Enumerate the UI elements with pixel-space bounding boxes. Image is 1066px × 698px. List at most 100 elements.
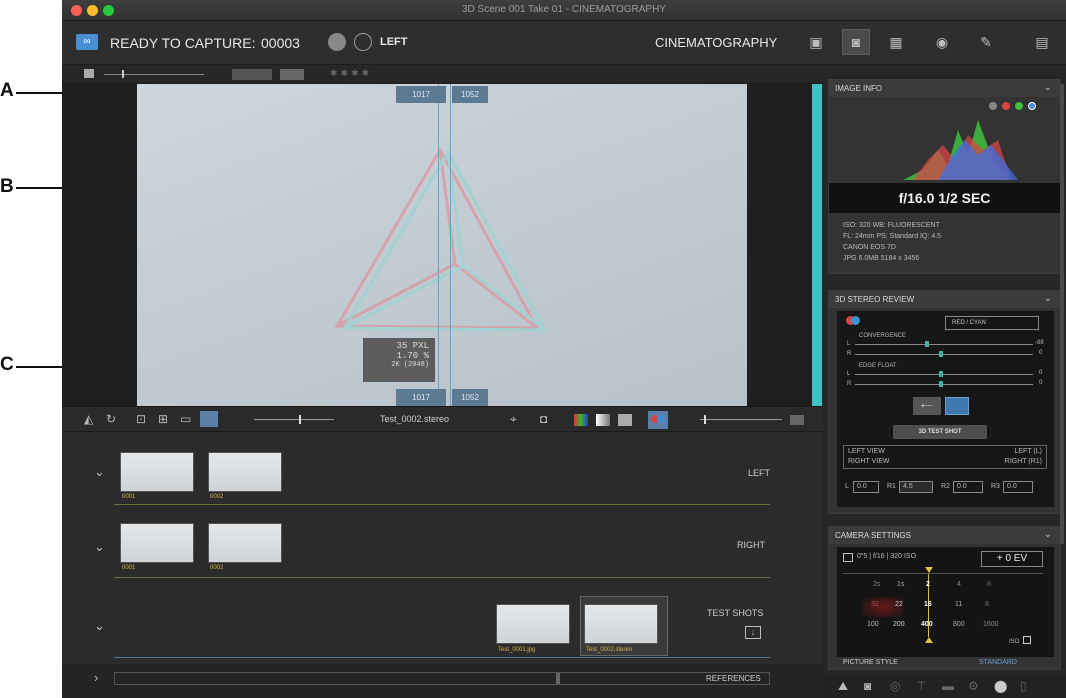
convergence-slider-thumb[interactable] xyxy=(704,415,706,424)
shutter-val-0[interactable]: 2s xyxy=(873,581,880,588)
zoom-slider-thumb[interactable] xyxy=(122,70,124,78)
flip-icon[interactable]: ◭ xyxy=(84,412,93,426)
aperture-val-2[interactable]: 16 xyxy=(924,601,932,608)
camera-settings-header[interactable]: CAMERA SETTINGS ⌄ xyxy=(829,527,1060,544)
screen-icon[interactable] xyxy=(84,69,94,78)
lock-icon[interactable] xyxy=(1023,636,1031,644)
convergence-slider[interactable] xyxy=(700,419,782,420)
camera-icon[interactable]: ◙ xyxy=(842,29,870,55)
offset-r2-input[interactable]: 0.0 xyxy=(953,481,983,493)
shutter-val-3[interactable]: 4 xyxy=(957,581,961,588)
iso-val-3[interactable]: 800 xyxy=(953,621,965,628)
stereo-review-header[interactable]: 3D STEREO REVIEW ⌄ xyxy=(829,291,1060,308)
shutter-val-4[interactable]: 8 xyxy=(987,581,991,588)
fit-icon[interactable]: ⊡ xyxy=(136,412,146,426)
iso-val-1[interactable]: 200 xyxy=(893,621,905,628)
3d-test-shot-button[interactable]: 3D TEST SHOT xyxy=(893,425,987,439)
filmstrip-toggle[interactable] xyxy=(790,415,804,425)
stereo-rings-icon[interactable]: ◎ xyxy=(890,679,900,693)
channel-blue-dot[interactable] xyxy=(1028,102,1036,110)
camera-small-icon[interactable]: ◙ xyxy=(864,679,871,693)
convergence-r-thumb[interactable] xyxy=(939,351,943,357)
anaglyph-mode-select[interactable]: RED / CYAN xyxy=(945,316,1039,330)
thumb-right-2[interactable] xyxy=(208,523,282,563)
offset-r3-input[interactable]: 0.0 xyxy=(1003,481,1033,493)
edge-l-thumb[interactable] xyxy=(939,371,943,377)
overlay-frame-toggle[interactable] xyxy=(200,411,218,427)
shutter-val-2[interactable]: 2 xyxy=(926,581,930,588)
edge-l-slider[interactable] xyxy=(855,374,1033,375)
opacity-slider[interactable] xyxy=(254,419,334,420)
aperture-val-3[interactable]: 11 xyxy=(955,601,962,608)
iso-val-4[interactable]: 1600 xyxy=(983,621,999,628)
offset-l-input[interactable]: 0.0 xyxy=(853,481,879,493)
split-view-toggle[interactable] xyxy=(945,397,969,415)
settings-icon[interactable]: ⚙ xyxy=(968,679,979,693)
right-guide-line[interactable] xyxy=(450,84,451,406)
stereo-camera-icon[interactable]: ◉ xyxy=(928,29,956,55)
panels-icon[interactable]: ▤ xyxy=(1028,29,1056,55)
thumb-test-2[interactable] xyxy=(584,604,658,644)
snapshot-icon[interactable]: ◘ xyxy=(540,412,547,426)
link-toggle-icon[interactable]: ⟵ xyxy=(913,397,941,415)
monitor-icon[interactable]: ▣ xyxy=(802,29,830,55)
color-bars-icon[interactable] xyxy=(574,414,588,426)
channel-red-dot[interactable] xyxy=(1002,102,1010,110)
anaglyph-icon[interactable]: ⬤ xyxy=(994,679,1007,693)
thumb-right-1[interactable] xyxy=(120,523,194,563)
references-track[interactable] xyxy=(114,672,770,685)
exposure-icon[interactable] xyxy=(618,414,632,426)
references-scroll-thumb[interactable] xyxy=(556,673,560,684)
aperture-val-4[interactable]: 8 xyxy=(985,601,989,608)
channel-green-dot[interactable] xyxy=(1015,102,1023,110)
grid-icon[interactable]: ⊞ xyxy=(158,412,168,426)
frame-icon[interactable]: ▭ xyxy=(180,412,191,426)
exposure-compensation[interactable]: + 0 EV xyxy=(981,551,1043,567)
iso-val-0[interactable]: 100 xyxy=(867,621,879,628)
overlay-toggle[interactable] xyxy=(232,69,272,80)
convergence-r-slider[interactable] xyxy=(855,354,1033,355)
mountain-icon[interactable]: ⛰ xyxy=(838,679,848,694)
tools-icon[interactable]: ✎ xyxy=(972,29,1000,55)
iso-val-2[interactable]: 400 xyxy=(921,621,933,628)
offset-r1-input[interactable]: 4.5 xyxy=(899,481,933,493)
picture-style-select[interactable]: STANDARD xyxy=(979,659,1017,666)
capture-infinity-icon[interactable]: ∞ xyxy=(76,34,98,50)
image-info-header[interactable]: IMAGE INFO ⌄ xyxy=(829,80,1060,97)
record-circle-icon[interactable] xyxy=(328,33,346,51)
right-view-select[interactable]: RIGHT (R1) xyxy=(1005,458,1042,465)
panel-scrollbar[interactable] xyxy=(1060,84,1064,544)
left-view-select[interactable]: LEFT (L) xyxy=(1015,448,1043,455)
guide-toggle[interactable] xyxy=(280,69,304,80)
edge-r-thumb[interactable] xyxy=(939,381,943,387)
aperture-val-1[interactable]: 22 xyxy=(895,601,903,608)
refresh-icon[interactable]: ↻ xyxy=(106,412,116,426)
row-right-chevron-icon[interactable]: ⌄ xyxy=(94,539,105,555)
opacity-slider-thumb[interactable] xyxy=(299,415,301,424)
battery-icon[interactable]: ▬ xyxy=(942,679,954,693)
empty-circle-icon[interactable] xyxy=(354,33,372,51)
convergence-l-thumb[interactable] xyxy=(925,341,929,347)
import-icon[interactable]: ↓ xyxy=(745,626,761,639)
row-references-chevron-icon[interactable]: › xyxy=(94,670,98,685)
chevron-down-icon[interactable]: ⌄ xyxy=(1044,529,1052,540)
aperture-val-0[interactable]: 32 xyxy=(871,601,879,608)
camera-mode-icon[interactable] xyxy=(843,553,853,562)
convergence-l-slider[interactable] xyxy=(855,344,1033,345)
tripod-icon[interactable]: ⊤ xyxy=(916,679,926,693)
chevron-down-icon[interactable]: ⌄ xyxy=(1044,82,1052,93)
row-left-chevron-icon[interactable]: ⌄ xyxy=(94,464,105,480)
thumb-left-1[interactable] xyxy=(120,452,194,492)
left-guide-line[interactable] xyxy=(438,84,439,406)
row-test-chevron-icon[interactable]: ⌄ xyxy=(94,618,105,634)
film-strip-icon[interactable]: ▦ xyxy=(882,29,910,55)
grid-icons[interactable]: ✱✱✱✱ xyxy=(330,68,372,79)
channel-gray-dot[interactable] xyxy=(989,102,997,110)
crosshair-icon[interactable]: ⌖ xyxy=(510,412,517,427)
zoom-slider[interactable] xyxy=(104,74,204,75)
edge-r-slider[interactable] xyxy=(855,384,1033,385)
thumb-test-1[interactable] xyxy=(496,604,570,644)
contrast-icon[interactable] xyxy=(596,414,610,426)
chevron-down-icon[interactable]: ⌄ xyxy=(1044,293,1052,304)
shutter-val-1[interactable]: 1s xyxy=(897,581,904,588)
